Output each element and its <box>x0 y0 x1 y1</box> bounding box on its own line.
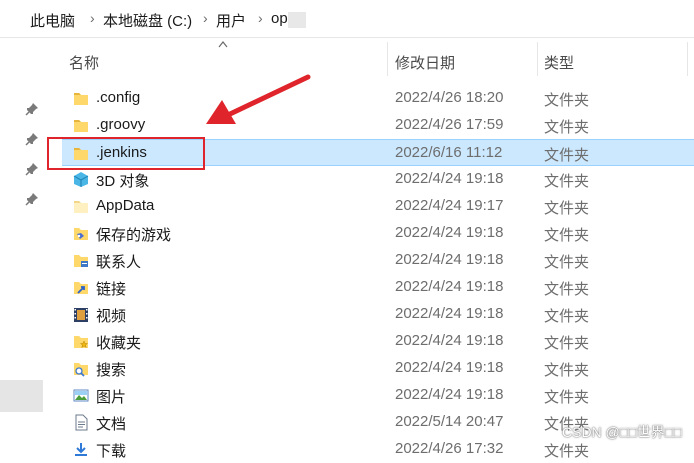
breadcrumb-separator-icon[interactable]: › <box>258 10 263 26</box>
file-name: 文档 <box>96 416 127 433</box>
watermark: CSDN @□□世界□□ <box>562 424 682 440</box>
file-type: 文件夹 <box>544 308 590 325</box>
file-name: 3D 对象 <box>96 173 150 190</box>
file-type: 文件夹 <box>544 335 590 352</box>
list-item[interactable]: 3D 对象 2022/4/24 19:18 文件夹 <box>62 166 694 193</box>
address-bar[interactable]: 此电脑 › 本地磁盘 (C:) › 用户 › op <box>0 0 694 38</box>
list-item[interactable]: 收藏夹 2022/4/24 19:18 文件夹 <box>62 328 694 355</box>
documents-icon <box>75 414 88 431</box>
file-type: 文件夹 <box>544 147 590 164</box>
list-item[interactable]: 保存的游戏 2022/4/24 19:18 文件夹 <box>62 220 694 247</box>
links-icon <box>74 282 88 294</box>
list-item[interactable]: 视频 2022/4/24 19:18 文件夹 <box>62 301 694 328</box>
file-name: AppData <box>96 197 155 214</box>
column-divider[interactable] <box>387 42 388 76</box>
file-name: .groovy <box>96 116 146 133</box>
folder-icon <box>74 120 88 132</box>
list-item[interactable]: 联系人 2022/4/24 19:18 文件夹 <box>62 247 694 274</box>
column-header-type[interactable]: 类型 <box>544 52 574 86</box>
folder-icon <box>74 93 88 105</box>
file-type: 文件夹 <box>544 281 590 298</box>
list-item[interactable]: 链接 2022/4/24 19:18 文件夹 <box>62 274 694 301</box>
file-type: 文件夹 <box>544 173 590 190</box>
breadcrumb-this-pc[interactable]: 此电脑 <box>30 10 75 31</box>
3d-objects-icon <box>73 172 89 187</box>
favorites-icon <box>74 336 89 349</box>
file-name: 保存的游戏 <box>96 227 172 244</box>
redacted-username <box>288 12 306 28</box>
file-date: 2022/4/24 19:17 <box>395 197 504 214</box>
breadcrumb-users[interactable]: 用户 <box>216 10 246 31</box>
column-header-date[interactable]: 修改日期 <box>395 52 455 86</box>
file-date: 2022/4/24 19:18 <box>395 251 504 268</box>
file-name: 收藏夹 <box>96 335 142 352</box>
file-date: 2022/4/24 19:18 <box>395 224 504 241</box>
file-date: 2022/4/24 19:18 <box>395 332 504 349</box>
contacts-icon <box>74 255 88 267</box>
file-date: 2022/4/24 19:18 <box>395 359 504 376</box>
sort-ascending-icon <box>218 41 228 48</box>
list-item[interactable]: .config 2022/4/26 18:20 文件夹 <box>62 85 694 112</box>
file-name: .config <box>96 89 141 106</box>
videos-icon <box>74 308 88 322</box>
file-type: 文件夹 <box>544 227 590 244</box>
annotation-arrow-icon <box>206 74 311 124</box>
breadcrumb-separator-icon[interactable]: › <box>203 10 208 26</box>
column-divider[interactable] <box>687 42 688 76</box>
column-divider[interactable] <box>537 42 538 76</box>
breadcrumb-local-disk[interactable]: 本地磁盘 (C:) <box>103 10 192 31</box>
file-name: 链接 <box>96 281 127 298</box>
pin-icon[interactable] <box>25 192 39 206</box>
file-type: 文件夹 <box>544 92 590 109</box>
file-type: 文件夹 <box>544 443 590 460</box>
file-date: 2022/6/16 11:12 <box>395 144 503 161</box>
file-type: 文件夹 <box>544 200 590 217</box>
file-date: 2022/4/26 17:59 <box>395 116 504 133</box>
file-name: 下载 <box>96 443 127 460</box>
searches-icon <box>74 363 88 377</box>
file-date: 2022/4/24 19:18 <box>395 305 504 322</box>
file-type: 文件夹 <box>544 119 590 136</box>
pin-icon[interactable] <box>25 132 39 146</box>
highlight-box <box>47 137 205 170</box>
column-header-name[interactable]: 名称 <box>69 52 99 86</box>
pin-icon[interactable] <box>25 102 39 116</box>
file-name: 联系人 <box>96 254 142 271</box>
list-item[interactable]: 搜索 2022/4/24 19:18 文件夹 <box>62 355 694 382</box>
file-date: 2022/4/26 17:32 <box>395 440 504 457</box>
file-date: 2022/4/24 19:18 <box>395 170 504 187</box>
breadcrumb-user-folder[interactable]: op <box>271 10 288 27</box>
nav-selected-item[interactable] <box>0 380 43 412</box>
file-name: 视频 <box>96 308 127 325</box>
file-date: 2022/4/24 19:18 <box>395 386 504 403</box>
file-type: 文件夹 <box>544 254 590 271</box>
list-item[interactable]: 图片 2022/4/24 19:18 文件夹 <box>62 382 694 409</box>
pin-icon[interactable] <box>25 162 39 176</box>
breadcrumb-separator-icon[interactable]: › <box>90 10 95 26</box>
list-item[interactable]: .groovy 2022/4/26 17:59 文件夹 <box>62 112 694 139</box>
saved-games-icon <box>74 228 88 240</box>
list-item[interactable]: AppData 2022/4/24 19:17 文件夹 <box>62 193 694 220</box>
file-name: 搜索 <box>96 362 127 379</box>
file-type: 文件夹 <box>544 362 590 379</box>
file-date: 2022/4/26 18:20 <box>395 89 504 106</box>
file-date: 2022/4/24 19:18 <box>395 278 504 295</box>
folder-icon <box>74 201 88 213</box>
file-date: 2022/5/14 20:47 <box>395 413 504 430</box>
navigation-pane <box>0 38 44 450</box>
file-type: 文件夹 <box>544 389 590 406</box>
file-name: 图片 <box>96 389 127 406</box>
pictures-icon <box>73 389 89 402</box>
